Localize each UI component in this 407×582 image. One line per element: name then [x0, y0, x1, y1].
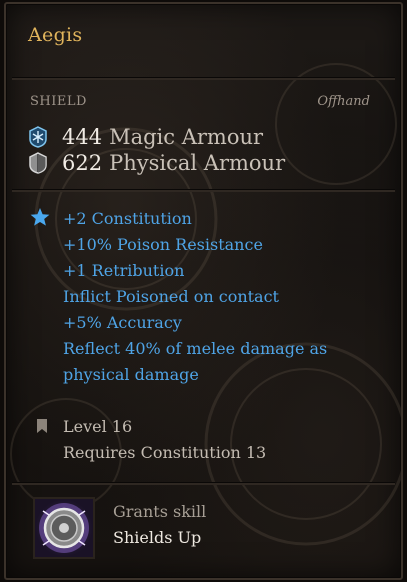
physical-armour-row: 622 Physical Armour	[28, 150, 285, 176]
skill-divider	[12, 482, 395, 485]
magic-armour-value: 444	[62, 125, 103, 149]
item-name: Aegis	[28, 24, 83, 46]
item-slot: Offhand	[317, 94, 370, 109]
physical-armour-value: 622	[62, 151, 103, 175]
header-divider	[12, 77, 395, 80]
stat-line: Reflect 40% of melee damage as	[63, 339, 328, 358]
stat-line: Inflict Poisoned on contact	[63, 287, 279, 306]
armour-divider	[12, 189, 395, 192]
star-icon	[30, 208, 50, 226]
skill-name: Shields Up	[113, 528, 202, 547]
item-tooltip: Aegis SHIELD Offhand 444 Magic Armour 62…	[4, 2, 403, 580]
attribute-requirement: Requires Constitution 13	[63, 443, 267, 462]
magic-armour-label: Magic Armour	[109, 125, 264, 149]
stat-line: +2 Constitution	[63, 209, 192, 228]
stat-line: physical damage	[63, 365, 199, 384]
stat-line: +5% Accuracy	[63, 313, 182, 332]
bookmark-icon	[37, 419, 47, 433]
magic-armour-row: 444 Magic Armour	[28, 124, 263, 150]
stat-line: +1 Retribution	[63, 261, 185, 280]
physical-armour-label: Physical Armour	[109, 151, 286, 175]
item-type: SHIELD	[30, 94, 87, 109]
grants-skill-label: Grants skill	[113, 502, 207, 521]
physical-armour-icon	[29, 152, 47, 174]
skill-icon-frame[interactable]	[33, 497, 95, 559]
shield-skill-icon	[39, 503, 89, 553]
level-requirement: Level 16	[63, 417, 133, 436]
magic-armour-icon	[29, 126, 47, 148]
stat-line: +10% Poison Resistance	[63, 235, 263, 254]
